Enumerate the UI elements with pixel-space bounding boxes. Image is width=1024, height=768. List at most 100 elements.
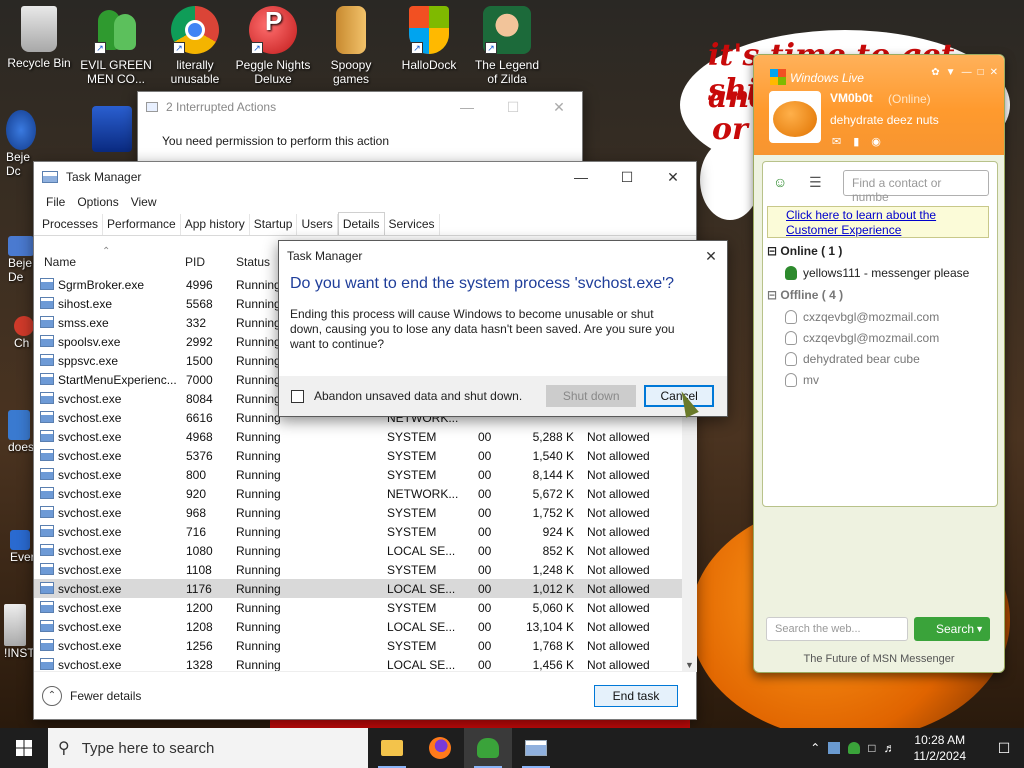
group-online[interactable]: ⊟ Online ( 1 ) [767, 244, 842, 258]
dropdown-arrow-icon[interactable]: ▼ [975, 624, 984, 634]
desktop-icon-partial[interactable] [92, 106, 132, 152]
table-row[interactable]: svchost.exe 4968 Running SYSTEM 00 5,288 K Not… [34, 427, 682, 446]
desktop-icon-spoopy-games[interactable]: Spoopy games [313, 6, 389, 86]
desktop-icon-hallodock[interactable]: ↗ HalloDock [391, 6, 467, 72]
table-row[interactable]: svchost.exe 800 Running SYSTEM 00 8,144 K Not … [34, 465, 682, 484]
process-status: Running [236, 620, 281, 634]
messenger-icon [477, 738, 499, 758]
table-row[interactable]: svchost.exe 1256 Running SYSTEM 00 1,768 K Not… [34, 636, 682, 655]
process-name: svchost.exe [58, 563, 122, 577]
tab-processes[interactable]: Processes [38, 214, 104, 235]
desktop-icon-recycle-bin[interactable]: Recycle Bin [1, 6, 77, 70]
web-search-button[interactable]: Search ▼ [914, 617, 990, 641]
desktop-icon-evil-green-men[interactable]: ↗ EVIL GREEN MEN CO... [78, 6, 154, 86]
add-contact-icon[interactable]: ☺ [773, 174, 793, 192]
table-row[interactable]: svchost.exe 1328 Running LOCAL SE... 00 1,456… [34, 655, 682, 672]
personal-message[interactable]: dehydrate deez nuts [830, 113, 939, 127]
contact-offline[interactable]: mv [785, 373, 819, 387]
end-process-dialog[interactable]: Task Manager ✕ Do you want to end the sy… [278, 240, 728, 417]
maximize-button[interactable]: ☐ [604, 162, 650, 192]
contact-online[interactable]: yellows111 - messenger please [785, 266, 969, 280]
group-offline[interactable]: ⊟ Offline ( 4 ) [767, 288, 843, 302]
clock-date: 11/2/2024 [913, 749, 967, 763]
process-icon [40, 658, 54, 670]
display-name[interactable]: VM0b0t [830, 91, 873, 105]
start-button[interactable] [0, 728, 48, 768]
maximize-button[interactable]: □ [978, 67, 984, 78]
volume-icon[interactable]: ♬ [884, 741, 896, 755]
process-pid: 4996 [186, 278, 213, 292]
table-row[interactable]: svchost.exe 5376 Running SYSTEM 00 1,540 K Not… [34, 446, 682, 465]
taskbar-firefox[interactable] [416, 728, 464, 768]
table-row[interactable]: svchost.exe 968 Running SYSTEM 00 1,752 K Not … [34, 503, 682, 522]
customer-experience-link[interactable]: Click here to learn about the Customer E… [786, 208, 936, 237]
dropdown-icon[interactable]: ▼ [946, 67, 956, 78]
table-row[interactable]: svchost.exe 1200 Running SYSTEM 00 5,060 K Not… [34, 598, 682, 617]
column-header-status[interactable]: Status [236, 255, 270, 269]
process-pid: 1176 [186, 582, 212, 596]
messenger-window[interactable]: Windows Live ✿ ▼ — □ ✕ VM0b0t (Online) d… [753, 54, 1005, 673]
close-button[interactable]: ✕ [990, 67, 998, 78]
butterfly-icon: ✿ [931, 67, 940, 78]
fewer-details-button[interactable]: ⌃ Fewer details [42, 685, 141, 706]
process-user: SYSTEM [387, 506, 437, 520]
table-row[interactable]: svchost.exe 716 Running SYSTEM 00 924 K Not al… [34, 522, 682, 541]
column-header-name[interactable]: Name [44, 255, 76, 269]
user-avatar[interactable] [769, 91, 821, 143]
folder-icon[interactable]: ▮ [853, 135, 859, 148]
table-row[interactable]: svchost.exe 1176 Running LOCAL SE... 00 1,012… [34, 579, 682, 598]
customer-experience-banner[interactable]: Click here to learn about the Customer E… [767, 206, 989, 238]
close-button[interactable]: ✕ [650, 162, 696, 192]
network-icon[interactable]: □ [868, 741, 875, 755]
tab-startup[interactable]: Startup [250, 214, 298, 235]
minimize-button[interactable]: — [558, 162, 604, 192]
find-contact-input[interactable]: Find a contact or numbe [843, 170, 989, 204]
minimize-button[interactable]: — [962, 67, 972, 78]
menu-options[interactable]: Options [71, 195, 124, 209]
table-row[interactable]: svchost.exe 1208 Running LOCAL SE... 00 13,10… [34, 617, 682, 636]
tab-services[interactable]: Services [385, 214, 440, 235]
tab-app-history[interactable]: App history [181, 214, 250, 235]
abandon-data-label[interactable]: Abandon unsaved data and shut down. [314, 389, 522, 403]
taskbar-task-manager[interactable] [512, 728, 560, 768]
desktop-icon-chrome[interactable]: ↗ literally unusable [157, 6, 233, 86]
shut-down-button[interactable]: Shut down [546, 385, 637, 407]
table-row[interactable]: svchost.exe 1080 Running LOCAL SE... 00 852 K… [34, 541, 682, 560]
contact-offline[interactable]: cxzqevbgl@mozmail.com [785, 310, 939, 324]
mail-icon[interactable]: ✉ [832, 135, 841, 148]
contact-name: yellows111 - messenger please [803, 266, 970, 280]
web-search-input[interactable]: Search the web... [766, 617, 908, 641]
taskbar-file-explorer[interactable] [368, 728, 416, 768]
maximize-button[interactable]: ☐ [490, 92, 536, 122]
taskbar-messenger[interactable] [464, 728, 512, 768]
desktop-icon-zilda[interactable]: ↗ The Legend of Zilda [469, 6, 545, 86]
online-status[interactable]: (Online) [888, 92, 931, 106]
table-row[interactable]: svchost.exe 1108 Running SYSTEM 00 1,248 K Not… [34, 560, 682, 579]
contact-offline[interactable]: cxzqevbgl@mozmail.com [785, 331, 939, 345]
menu-file[interactable]: File [40, 195, 71, 209]
device-icon[interactable] [828, 742, 841, 754]
column-header-pid[interactable]: PID [185, 255, 205, 269]
taskbar-search-box[interactable]: ⚲ Type here to search [48, 728, 368, 768]
clock[interactable]: 10:28 AM 11/2/2024 [914, 732, 967, 764]
list-options-icon[interactable]: ☰ [809, 174, 822, 191]
show-hidden-icons-icon[interactable]: ⌃ [810, 741, 820, 755]
close-button[interactable]: ✕ [695, 241, 727, 271]
messenger-brand: Windows Live [790, 71, 864, 85]
tab-details[interactable]: Details [337, 212, 385, 235]
scroll-down-arrow-icon[interactable]: ▼ [685, 660, 694, 670]
close-button[interactable]: ✕ [536, 92, 582, 122]
process-pid: 1200 [186, 601, 213, 615]
table-row[interactable]: svchost.exe 920 Running NETWORK... 00 5,672 K… [34, 484, 682, 503]
desktop-icon-peggle[interactable]: P ↗ Peggle Nights Deluxe [235, 6, 311, 86]
abandon-data-checkbox[interactable] [291, 389, 304, 403]
end-task-button[interactable]: End task [594, 684, 678, 707]
contact-offline[interactable]: dehydrated bear cube [785, 352, 920, 366]
minimize-button[interactable]: — [444, 92, 490, 122]
notifications-button[interactable]: ☐ [984, 728, 1024, 768]
menu-view[interactable]: View [125, 195, 163, 209]
tab-users[interactable]: Users [297, 214, 338, 235]
globe-icon[interactable]: ◉ [871, 135, 881, 148]
messenger-tray-icon[interactable] [848, 742, 861, 754]
tab-performance[interactable]: Performance [103, 214, 181, 235]
